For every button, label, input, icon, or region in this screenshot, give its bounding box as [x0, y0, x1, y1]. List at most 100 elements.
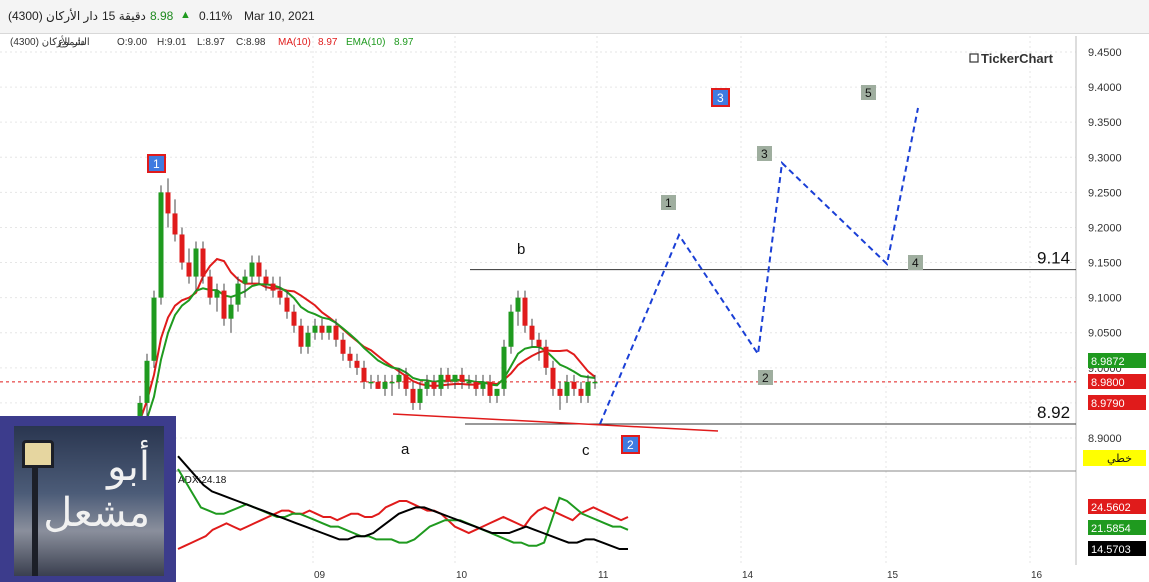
wave-label-b: b — [517, 241, 525, 258]
candle — [536, 332, 542, 361]
candle-body — [487, 381, 493, 396]
candle — [417, 381, 423, 410]
resistance-label: 9.14 — [1037, 249, 1070, 268]
badge-axis.badge_last: 8.9800 — [1088, 374, 1146, 389]
candle-body — [396, 374, 402, 382]
ma-value: 8.97 — [318, 37, 338, 48]
wave-box-w1_red: 1 — [147, 154, 166, 173]
candle — [466, 374, 472, 389]
candle-body — [186, 262, 192, 277]
badge-axis.badge_ema: 8.9872 — [1088, 353, 1146, 368]
candle-body — [319, 325, 325, 333]
wave-box-w2_red: 2 — [621, 435, 640, 454]
candle — [361, 360, 367, 389]
candle-body — [263, 276, 269, 284]
candle-body — [494, 388, 500, 396]
adx-di-minus — [177, 468, 629, 547]
candle-body — [326, 325, 332, 333]
candle-body — [452, 374, 458, 382]
candle-body — [529, 325, 535, 340]
candle — [151, 290, 157, 368]
avatar: أبو مشعل — [0, 416, 176, 582]
candle — [200, 241, 206, 284]
ema-value: 8.97 — [394, 37, 414, 48]
y-tick-label: 9.2000 — [1088, 222, 1122, 234]
candle — [431, 374, 437, 396]
candle-body — [557, 388, 563, 396]
wave-box-text: 5 — [865, 86, 872, 100]
candle-body — [277, 290, 283, 298]
candle-body — [270, 283, 276, 291]
candle — [179, 227, 185, 270]
candle — [270, 276, 276, 298]
candle-body — [298, 325, 304, 347]
wave-box-w3_red: 3 — [711, 88, 730, 107]
candle-body — [312, 325, 318, 333]
candle-body — [550, 367, 556, 389]
candle-body — [200, 248, 206, 277]
brand-logo: TickerChart — [969, 51, 1054, 66]
avatar-photo: أبو مشعل — [14, 426, 164, 576]
candle — [298, 318, 304, 354]
wave-box-w1: 1 — [661, 195, 676, 210]
candle — [501, 339, 507, 396]
wave-box-text: 2 — [627, 438, 634, 452]
wave-box-text: 3 — [717, 91, 724, 105]
wave-box-w5: 5 — [861, 85, 876, 100]
candles — [130, 178, 598, 495]
candle-body — [459, 374, 465, 382]
candle — [522, 290, 528, 333]
ohlc-high: H:9.01 — [157, 37, 187, 48]
avatar-text: أبو مشعل — [43, 444, 150, 536]
candle-body — [501, 346, 507, 389]
candle-body — [403, 374, 409, 389]
candle-body — [151, 297, 157, 361]
avatar-line2: مشعل — [43, 490, 150, 536]
trendline-tag: خطي — [1107, 453, 1132, 465]
y-tick-label: 9.3500 — [1088, 117, 1122, 129]
candle-body — [361, 367, 367, 382]
avatar-line1: أبو — [107, 444, 150, 490]
badge-adx.badge_black: 14.5703 — [1088, 541, 1146, 556]
x-tick-label: 14 — [742, 570, 754, 581]
ohlc-close: C:8.98 — [236, 37, 266, 48]
support-label: 8.92 — [1037, 403, 1070, 422]
wave-box-text: 1 — [665, 196, 672, 210]
brand-text: TickerChart — [981, 51, 1054, 66]
ema-label: EMA(10) — [346, 37, 385, 48]
candle — [326, 325, 332, 340]
candle-body — [228, 304, 234, 319]
candle — [340, 332, 346, 361]
x-tick-label: 15 — [887, 570, 899, 581]
candle — [165, 178, 171, 228]
badge-adx.badge_red: 24.5602 — [1088, 499, 1146, 514]
candle — [452, 374, 458, 389]
candle — [347, 346, 353, 368]
candle-body — [585, 381, 591, 396]
candle — [473, 374, 479, 396]
candle — [494, 388, 500, 403]
candle-body — [515, 297, 521, 312]
candle-body — [424, 381, 430, 389]
candle — [354, 353, 360, 375]
candle — [424, 374, 430, 396]
candle-body — [536, 339, 542, 347]
ohlc-low: L:8.97 — [197, 37, 225, 48]
adx-panel: ADX:24.18 — [177, 455, 629, 550]
candle — [249, 255, 255, 284]
candle-body — [592, 381, 598, 384]
candle — [172, 199, 178, 242]
chart-icon — [969, 53, 979, 63]
candle-body — [375, 381, 381, 389]
candle — [508, 304, 514, 354]
candle-body — [473, 381, 479, 389]
adx-line — [177, 455, 628, 550]
candle-body — [256, 262, 262, 277]
moving-averages — [132, 257, 596, 439]
candle-body — [417, 388, 423, 403]
candle-body — [249, 262, 255, 277]
trend-line — [392, 413, 719, 432]
candle-body — [158, 192, 164, 298]
candle — [543, 339, 549, 375]
badge-text: 8.9790 — [1091, 398, 1125, 410]
